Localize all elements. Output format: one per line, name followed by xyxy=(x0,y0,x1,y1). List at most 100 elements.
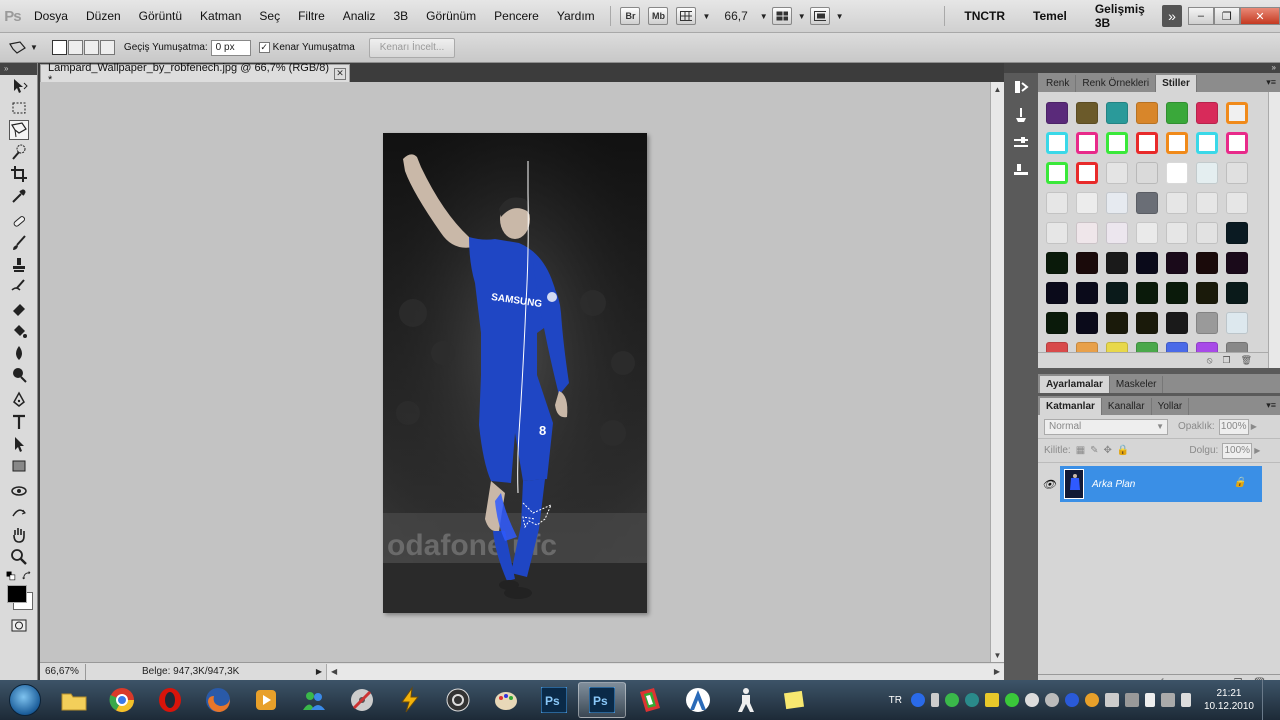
style-swatch[interactable] xyxy=(1166,132,1188,154)
menu-file[interactable]: Dosya xyxy=(25,9,77,23)
style-swatch[interactable] xyxy=(1226,312,1248,334)
lock-transparency-icon[interactable]: ▦ xyxy=(1076,445,1085,456)
close-button[interactable]: ✕ xyxy=(1239,7,1280,25)
style-swatch[interactable] xyxy=(1226,102,1248,124)
chevron-down-icon[interactable]: ▼ xyxy=(798,12,806,21)
arrange-documents-button[interactable] xyxy=(771,7,792,25)
style-swatch[interactable] xyxy=(1166,282,1188,304)
vertical-scrollbar[interactable]: ▲ ▼ xyxy=(990,82,1004,662)
style-swatch[interactable] xyxy=(1136,312,1158,334)
status-menu-arrow-icon[interactable]: ▶ xyxy=(312,665,326,679)
taskbar-photoshop-active[interactable]: Ps xyxy=(578,682,626,718)
style-swatch[interactable] xyxy=(1166,102,1188,124)
style-swatch[interactable] xyxy=(1136,282,1158,304)
taskbar-photoshop[interactable]: Ps xyxy=(530,682,578,718)
style-swatch[interactable] xyxy=(1166,162,1188,184)
clear-style-icon[interactable]: ⦸ xyxy=(1207,355,1213,366)
status-zoom-field[interactable]: 66,67% xyxy=(40,663,86,680)
taskbar-chrome[interactable] xyxy=(98,682,146,718)
tray-monitor-icon[interactable] xyxy=(1160,693,1175,707)
view-extras-button[interactable] xyxy=(676,7,697,25)
tray-app-icon[interactable] xyxy=(964,693,979,707)
style-swatch[interactable] xyxy=(1076,342,1098,352)
intersect-selection-button[interactable] xyxy=(99,40,115,55)
style-swatch[interactable] xyxy=(1166,342,1188,352)
blur-tool[interactable] xyxy=(0,342,38,364)
taskbar-paint[interactable] xyxy=(482,682,530,718)
refine-edge-button[interactable]: Kenarı İncelt... xyxy=(368,37,456,58)
style-swatch[interactable] xyxy=(1106,312,1128,334)
style-swatch[interactable] xyxy=(1046,132,1068,154)
menu-edit[interactable]: Düzen xyxy=(77,9,130,23)
swap-colors[interactable] xyxy=(0,568,38,584)
3d-camera-tool[interactable] xyxy=(0,502,38,524)
new-style-icon[interactable]: ❐ xyxy=(1222,355,1230,366)
document-tab[interactable]: Lampard_Wallpaper_by_robfenech.jpg @ 66,… xyxy=(40,62,350,86)
blend-mode-select[interactable]: Normal ▼ xyxy=(1044,418,1168,435)
style-swatch[interactable] xyxy=(1136,222,1158,244)
style-swatch[interactable] xyxy=(1106,282,1128,304)
taskbar-counter-strike[interactable] xyxy=(722,682,770,718)
style-swatch[interactable] xyxy=(1226,342,1248,352)
menu-help[interactable]: Yardım xyxy=(548,9,604,23)
antialias-checkbox[interactable]: ✓ xyxy=(258,42,270,53)
style-swatch[interactable] xyxy=(1076,102,1098,124)
style-swatch[interactable] xyxy=(1046,342,1068,352)
style-swatch[interactable] xyxy=(1136,192,1158,214)
sync-icon[interactable] xyxy=(944,693,959,707)
style-swatch[interactable] xyxy=(1106,252,1128,274)
style-swatch[interactable] xyxy=(1046,312,1068,334)
taskbar-explorer[interactable] xyxy=(50,682,98,718)
chevron-down-icon[interactable]: ▼ xyxy=(702,12,710,21)
style-swatch[interactable] xyxy=(1076,132,1098,154)
move-tool[interactable] xyxy=(0,75,38,97)
paint-bucket-tool[interactable] xyxy=(0,320,38,342)
taskbar-notes[interactable] xyxy=(770,682,818,718)
lock-position-icon[interactable]: ✥ xyxy=(1104,445,1112,456)
delete-style-icon[interactable]: 🗑 xyxy=(1241,355,1252,366)
quick-mask-button[interactable] xyxy=(0,614,38,636)
scroll-right-icon[interactable]: ▶ xyxy=(994,667,1000,676)
opacity-input[interactable]: 100% xyxy=(1218,418,1249,435)
style-swatch[interactable] xyxy=(1226,252,1248,274)
taskbar-winamp[interactable] xyxy=(386,682,434,718)
style-swatch[interactable] xyxy=(1046,192,1068,214)
tray-bird-icon[interactable] xyxy=(1024,693,1039,707)
style-swatch[interactable] xyxy=(1226,222,1248,244)
tray-star-icon[interactable] xyxy=(1084,693,1099,707)
hand-tool[interactable] xyxy=(0,524,38,546)
brush-tool[interactable] xyxy=(0,232,38,254)
style-swatch[interactable] xyxy=(1166,312,1188,334)
language-indicator[interactable]: TR xyxy=(889,695,902,706)
taskbar-messenger[interactable] xyxy=(290,682,338,718)
action-center-icon[interactable] xyxy=(1144,693,1155,707)
subtract-from-selection-button[interactable] xyxy=(83,40,99,55)
canvas-area[interactable]: odafone ufc SAMSUNG 8 xyxy=(40,82,990,662)
eyedropper-tool[interactable] xyxy=(0,185,38,207)
type-tool[interactable] xyxy=(0,411,38,433)
dock-tool-presets-button[interactable] xyxy=(1004,129,1038,157)
pen-tool[interactable] xyxy=(0,389,38,411)
3d-rotate-tool[interactable] xyxy=(0,480,38,502)
foreground-color-swatch[interactable] xyxy=(7,585,27,603)
style-swatch[interactable] xyxy=(1046,252,1068,274)
style-swatch[interactable] xyxy=(1226,162,1248,184)
style-swatch[interactable] xyxy=(1196,222,1218,244)
tray-tool-icon[interactable] xyxy=(984,693,999,707)
history-brush-tool[interactable] xyxy=(0,276,38,298)
lock-all-icon[interactable]: 🔒 xyxy=(1117,445,1129,456)
bluetooth-icon[interactable] xyxy=(1064,693,1079,707)
style-swatch[interactable] xyxy=(1196,312,1218,334)
style-swatch[interactable] xyxy=(1046,222,1068,244)
screen-mode-button[interactable] xyxy=(809,7,830,25)
taskbar-media-player[interactable] xyxy=(242,682,290,718)
style-swatch[interactable] xyxy=(1226,192,1248,214)
chevron-down-icon[interactable]: ▼ xyxy=(836,12,844,21)
dock-clone-source-button[interactable] xyxy=(1004,157,1038,185)
style-swatch[interactable] xyxy=(1106,102,1128,124)
dock-collapse-icon[interactable] xyxy=(1004,63,1038,73)
tray-network-icon[interactable] xyxy=(1124,693,1139,707)
tab-swatches[interactable]: Renk Örnekleri xyxy=(1076,75,1157,92)
eye-icon[interactable]: 👁 xyxy=(1038,466,1060,502)
tool-preset-picker[interactable]: ▼ xyxy=(8,40,38,56)
